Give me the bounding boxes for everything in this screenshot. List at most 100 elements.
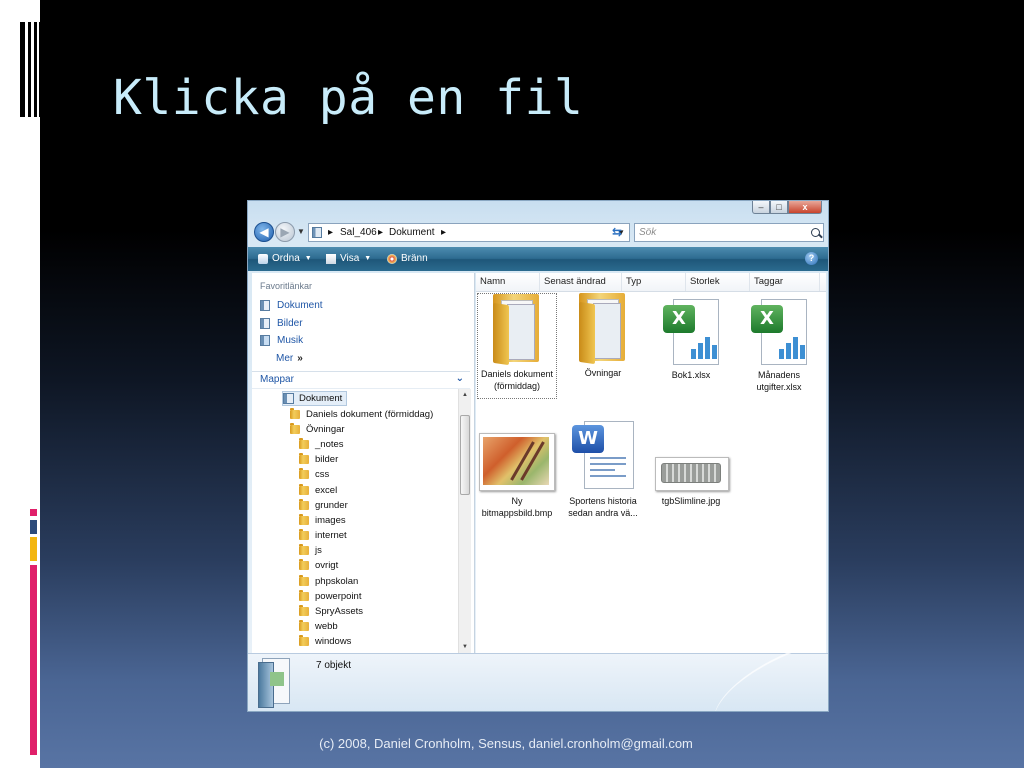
tree-item-label: css (315, 469, 330, 480)
folders-header[interactable]: Mappar ⌄ (252, 371, 470, 389)
tree-item[interactable]: bilder (299, 452, 338, 467)
slide-decoration-pink-bar (30, 565, 37, 755)
excel-file-icon: X (751, 297, 807, 365)
scrollbar-thumb[interactable] (460, 415, 470, 495)
breadcrumb-sal-406[interactable]: Sal_406 (340, 224, 377, 241)
file-item-label: Daniels dokument (förmiddag) (480, 369, 554, 391)
tree-item[interactable]: SpryAssets (299, 604, 363, 619)
tree-item-label: internet (315, 530, 347, 541)
tree-item[interactable]: js (299, 543, 322, 558)
tree-item-dokument[interactable]: Dokument (282, 391, 348, 406)
recent-pages-dropdown[interactable]: ▼ (297, 227, 305, 236)
tree-item-label: grunder (315, 500, 348, 511)
organize-icon (258, 253, 268, 264)
favorite-link-label: Bilder (277, 318, 303, 329)
tree-item[interactable]: grunder (299, 498, 348, 513)
folder-icon (299, 559, 309, 570)
excel-file-icon: X (663, 297, 719, 365)
tree-item[interactable]: internet (299, 528, 347, 543)
folder-icon (299, 484, 309, 495)
breadcrumb-dokument[interactable]: Dokument (389, 224, 435, 241)
tree-item[interactable]: images (299, 513, 346, 528)
favorite-link-dokument[interactable]: Dokument (260, 300, 323, 311)
address-bar[interactable]: ▸ Sal_406 ▸ Dokument ▸ ▼ (308, 223, 630, 242)
folder-icon (299, 499, 309, 510)
burn-button[interactable]: Bränn (387, 253, 428, 264)
favorite-link-bilder[interactable]: Bilder (260, 318, 303, 329)
folder-icon (299, 635, 309, 646)
column-header-modified[interactable]: Senast ändrad (540, 273, 622, 291)
tree-item-label: webb (315, 621, 338, 632)
folder-icon (299, 575, 309, 586)
file-item-label: tgbSlimline.jpg (661, 496, 721, 506)
search-input[interactable]: Sök (634, 223, 824, 242)
folder-icon (299, 468, 309, 479)
views-label: Visa (340, 253, 360, 264)
column-header-name[interactable]: Namn (476, 273, 540, 291)
help-icon[interactable]: ? (805, 252, 818, 265)
tree-item[interactable]: _notes (299, 437, 344, 452)
tree-item[interactable]: Övningar (290, 422, 345, 437)
scroll-down-icon[interactable]: ▼ (459, 644, 471, 650)
tree-item[interactable]: powerpoint (299, 589, 361, 604)
tree-item-label: _notes (315, 439, 344, 450)
file-item-ovningar[interactable]: Övningar (563, 293, 643, 379)
slide-decoration-blue (30, 520, 37, 534)
more-links-button[interactable]: Mer» (276, 353, 303, 364)
tree-item[interactable]: windows (299, 634, 351, 649)
burn-disc-icon (387, 253, 397, 264)
title-bar[interactable]: – □ x (248, 201, 828, 219)
folders-label: Mappar (260, 374, 294, 385)
folder-icon (491, 294, 543, 366)
scroll-up-icon[interactable]: ▲ (459, 392, 471, 398)
tree-item[interactable]: Daniels dokument (förmiddag) (290, 407, 433, 422)
tree-item[interactable]: excel (299, 483, 337, 498)
maximize-button[interactable]: □ (770, 201, 788, 214)
back-button[interactable]: ◀ (254, 222, 274, 242)
file-item-bok1[interactable]: X Bok1.xlsx (651, 297, 731, 381)
file-item-tgbslimline[interactable]: tgbSlimline.jpg (651, 457, 731, 507)
breadcrumb-separator-icon: ▸ (378, 227, 384, 238)
folder-tree-scrollbar[interactable]: ▲ ▼ (458, 389, 471, 653)
breadcrumb-separator-icon: ▸ (441, 227, 447, 238)
details-pane: 7 objekt (248, 642, 828, 711)
slide-title: Klicka på en fil (113, 70, 584, 126)
tree-item-label: phpskolan (315, 576, 359, 587)
file-item-daniels-dokument[interactable]: Daniels dokument (förmiddag) (477, 293, 557, 399)
file-item-ny-bitmappsbild[interactable]: Ny bitmappsbild.bmp (477, 433, 557, 519)
search-icon[interactable] (811, 228, 820, 237)
slide-decoration-yellow (30, 537, 37, 561)
documents-icon (260, 300, 270, 311)
tree-item[interactable]: phpskolan (299, 574, 358, 589)
file-item-label: Månadens utgifter.xlsx (756, 370, 802, 392)
views-button[interactable]: Visa ▼ (326, 253, 371, 264)
column-header-size[interactable]: Storlek (686, 273, 750, 291)
file-list-pane: Namn Senast ändrad Typ Storlek Taggar Da… (476, 273, 826, 653)
folder-icon (299, 514, 309, 525)
tree-item[interactable]: webb (299, 619, 338, 634)
command-bar: Ordna ▼ Visa ▼ Bränn ? (248, 247, 828, 271)
tree-item-label: js (315, 545, 322, 556)
forward-button[interactable]: ▶ (275, 222, 295, 242)
tree-item[interactable]: css (299, 467, 329, 482)
tree-item-label: Dokument (299, 393, 343, 404)
column-header-tags[interactable]: Taggar (750, 273, 820, 291)
folder-icon (299, 544, 309, 555)
file-item-label: Bok1.xlsx (671, 370, 711, 380)
organize-button[interactable]: Ordna ▼ (258, 253, 312, 264)
minimize-button[interactable]: – (752, 201, 770, 214)
favorite-link-musik[interactable]: Musik (260, 335, 303, 346)
file-item-manadens-utgifter[interactable]: X Månadens utgifter.xlsx (739, 297, 819, 393)
refresh-icon[interactable]: ⇆ (612, 225, 622, 239)
close-button[interactable]: x (788, 201, 822, 214)
column-header-type[interactable]: Typ (622, 273, 686, 291)
file-item-sportens-historia[interactable]: W Sportens historia sedan andra vä... (563, 419, 643, 519)
favorite-link-label: Dokument (277, 300, 323, 311)
folder-icon (299, 590, 309, 601)
tree-item[interactable]: ovrigt (299, 558, 338, 573)
organize-label: Ordna (272, 253, 300, 264)
tree-item-label: bilder (315, 454, 339, 465)
file-item-label: Ny bitmappsbild.bmp (481, 496, 553, 518)
chevron-down-icon: ▼ (364, 255, 372, 262)
folder-icon (299, 620, 309, 631)
